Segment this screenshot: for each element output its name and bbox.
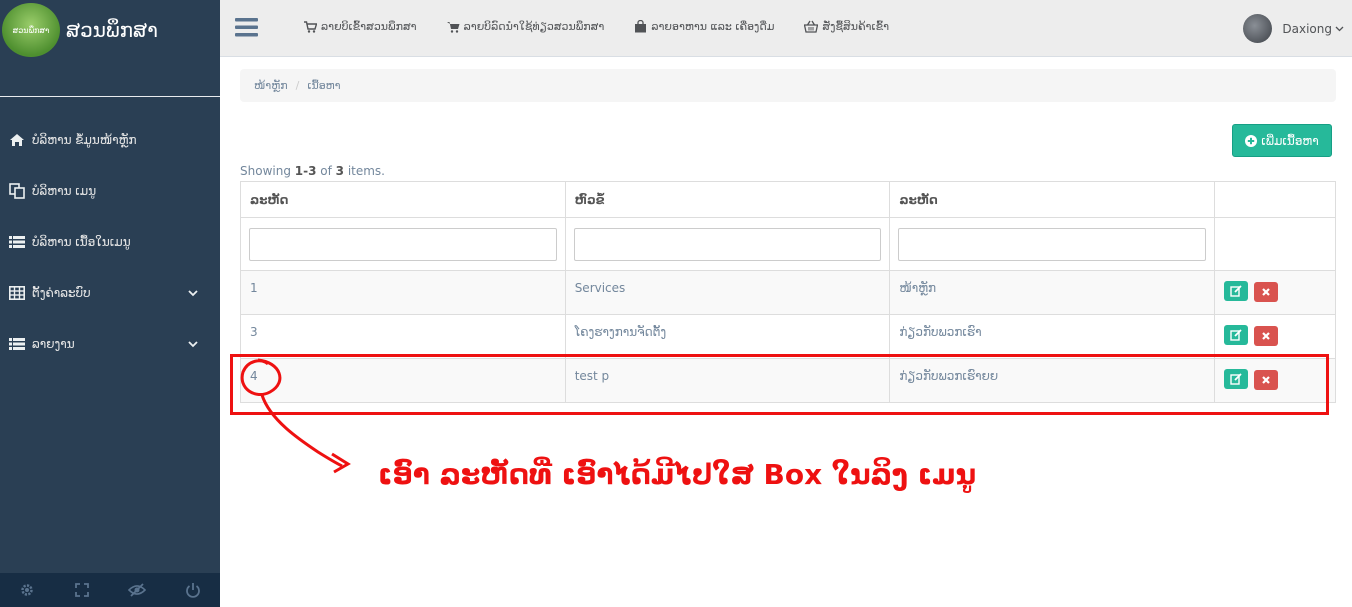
sidebar-item-menu[interactable]: ບໍລິຫານ ເມນູ	[0, 165, 220, 216]
avatar	[1243, 14, 1273, 43]
column-header-id[interactable]: ລະຫັດ	[240, 181, 566, 218]
cell-actions	[1214, 270, 1336, 315]
brand-title: ສວນພຶກສາ	[66, 18, 158, 42]
breadcrumb: ໜ້າຫຼັກ / ເນື້ອຫາ	[240, 69, 1336, 102]
summary-prefix: Showing	[240, 164, 295, 178]
cart-icon	[446, 21, 460, 33]
add-content-label: ເພີ່ມເນື້ອຫາ	[1261, 133, 1319, 148]
nav-link-food-drinks[interactable]: ລາຍອາຫານ ແລະ ເຄື່ອງດື່ມ	[634, 20, 774, 33]
nav-link-label: ສັ່ງຊື້ສິນຄ້າເຂົ້າ	[822, 20, 890, 33]
filter-input-title[interactable]	[573, 227, 882, 261]
bag-icon	[635, 20, 647, 33]
filter-cell	[240, 217, 566, 271]
cell-menu: ໜ້າຫຼັກ	[889, 270, 1216, 315]
cell-id: 1	[240, 270, 566, 315]
fullscreen-icon[interactable]	[74, 582, 90, 598]
nav-link-label: ລາຍບິເຂົ້າສວນພຶກສາ	[321, 20, 417, 33]
cell-id: 3	[240, 314, 566, 359]
filter-input-id[interactable]	[249, 227, 557, 261]
nav-link-label: ລາຍບິລົດນໍາໃຊ້ທ່ຽວສວນພຶກສາ	[463, 20, 605, 33]
chevron-down-icon	[188, 337, 198, 351]
delete-button[interactable]	[1254, 282, 1279, 302]
cell-title: Services	[564, 270, 891, 315]
edit-button[interactable]	[1224, 281, 1249, 301]
list-icon	[6, 235, 28, 249]
sidebar-item-label: ບໍລິຫານ ເນື້ອໃນເມນູ	[32, 234, 131, 249]
filter-cell	[1214, 217, 1336, 271]
top-nav-links: ລາຍບິເຂົ້າສວນພຶກສາ ລາຍບິລົດນໍາໃຊ້ທ່ຽວສວນ…	[304, 20, 919, 33]
breadcrumb-home-link[interactable]: ໜ້າຫຼັກ	[254, 79, 288, 92]
menu-toggle-icon[interactable]	[235, 18, 258, 41]
sidebar: ສວນພຶກສາ ສວນພຶກສາ ບໍລິຫານ ຂໍ້ມູນໜ້າຫຼັກ …	[0, 0, 220, 607]
sidebar-item-label: ລາຍງານ	[32, 336, 75, 351]
column-header-title[interactable]: ຫົວຂໍ້	[564, 181, 891, 218]
top-navbar: ລາຍບິເຂົ້າສວນພຶກສາ ລາຍບິລົດນໍາໃຊ້ທ່ຽວສວນ…	[220, 0, 1352, 57]
cell-actions	[1214, 314, 1336, 359]
cell-title: ໂຄງຮາງການຈັດຕັ້ງ	[564, 314, 891, 359]
summary-total: 3	[335, 164, 344, 178]
close-icon	[1262, 288, 1270, 296]
eye-slash-icon[interactable]	[128, 582, 147, 598]
table-row: 3 ໂຄງຮາງການຈັດຕັ້ງ ກ່ຽວກັບພວກເຮົາ	[240, 314, 1336, 359]
sidebar-item-menu-content[interactable]: ບໍລິຫານ ເນື້ອໃນເມນູ	[0, 216, 220, 267]
nav-link-vehicle-tickets[interactable]: ລາຍບິລົດນໍາໃຊ້ທ່ຽວສວນພຶກສາ	[446, 20, 605, 33]
table-row: 1 Services ໜ້າຫຼັກ	[240, 270, 1336, 315]
chevron-down-icon	[188, 286, 198, 300]
table-icon	[6, 285, 28, 300]
breadcrumb-separator: /	[295, 79, 300, 92]
copy-icon	[6, 182, 28, 199]
plus-circle-icon	[1245, 134, 1258, 147]
filter-cell	[889, 217, 1216, 271]
nav-link-purchase-goods[interactable]: ສັ່ງຊື້ສິນຄ້າເຂົ້າ	[804, 20, 889, 33]
filter-row	[240, 217, 1336, 271]
breadcrumb-current: ເນື້ອຫາ	[307, 79, 341, 92]
nav-link-garden-tickets[interactable]: ລາຍບິເຂົ້າສວນພຶກສາ	[304, 20, 417, 33]
sidebar-divider	[0, 96, 220, 97]
sidebar-item-label: ບໍລິຫານ ຂໍ້ມູນໜ້າຫຼັກ	[32, 132, 137, 147]
brand[interactable]: ສວນພຶກສາ ສວນພຶກສາ	[0, 0, 220, 60]
filter-input-menu[interactable]	[898, 227, 1207, 261]
add-content-button[interactable]: ເພີ່ມເນື້ອຫາ	[1232, 124, 1332, 157]
gear-icon[interactable]	[19, 582, 35, 598]
summary-suffix: items.	[344, 164, 385, 178]
home-icon	[6, 133, 28, 147]
brand-logo-text: ສວນພຶກສາ	[12, 25, 50, 35]
edit-icon	[1230, 285, 1242, 297]
table-header-row: ລະຫັດ ຫົວຂໍ້ ລະຫັດ	[240, 181, 1336, 218]
sidebar-item-reports[interactable]: ລາຍງານ	[0, 318, 220, 369]
sidebar-item-label: ບໍລິຫານ ເມນູ	[32, 183, 97, 198]
list-icon	[6, 337, 28, 351]
edit-button[interactable]	[1224, 325, 1249, 345]
summary-middle: of	[316, 164, 336, 178]
user-name: Daxiong	[1282, 21, 1332, 36]
column-header-menu[interactable]: ລະຫັດ	[889, 181, 1216, 218]
chevron-down-icon	[1335, 26, 1344, 32]
column-header-actions	[1214, 181, 1336, 218]
summary-range: 1-3	[294, 164, 317, 178]
sidebar-menu: ບໍລິຫານ ຂໍ້ມູນໜ້າຫຼັກ ບໍລິຫານ ເມນູ ບໍລິຫ…	[0, 114, 220, 369]
filter-cell	[564, 217, 891, 271]
nav-link-label: ລາຍອາຫານ ແລະ ເຄື່ອງດື່ມ	[651, 20, 775, 33]
sidebar-footer	[0, 573, 220, 607]
delete-button[interactable]	[1254, 326, 1279, 346]
close-icon	[1262, 332, 1270, 340]
cart-icon	[304, 20, 317, 33]
user-menu[interactable]: Daxiong	[1243, 14, 1344, 43]
annotation-text: ເອົາ ລະຫັດທີ່ ເອົາໄດ້ມີໄປໃສ Box ໃນລິງ ເມ…	[378, 458, 977, 491]
sidebar-item-settings[interactable]: ຕັ້ງຄ່າລະບົບ	[0, 267, 220, 318]
sidebar-item-label: ຕັ້ງຄ່າລະບົບ	[32, 285, 91, 300]
cell-menu: ກ່ຽວກັບພວກເຮົາ	[889, 314, 1216, 359]
annotation-highlight-box	[230, 354, 1329, 415]
edit-icon	[1230, 329, 1242, 341]
brand-logo: ສວນພຶກສາ	[2, 3, 60, 57]
sidebar-item-homepage[interactable]: ບໍລິຫານ ຂໍ້ມູນໜ້າຫຼັກ	[0, 114, 220, 165]
basket-icon	[804, 20, 819, 33]
power-icon[interactable]	[185, 582, 201, 598]
items-summary: Showing 1-3 of 3 items.	[240, 164, 385, 178]
